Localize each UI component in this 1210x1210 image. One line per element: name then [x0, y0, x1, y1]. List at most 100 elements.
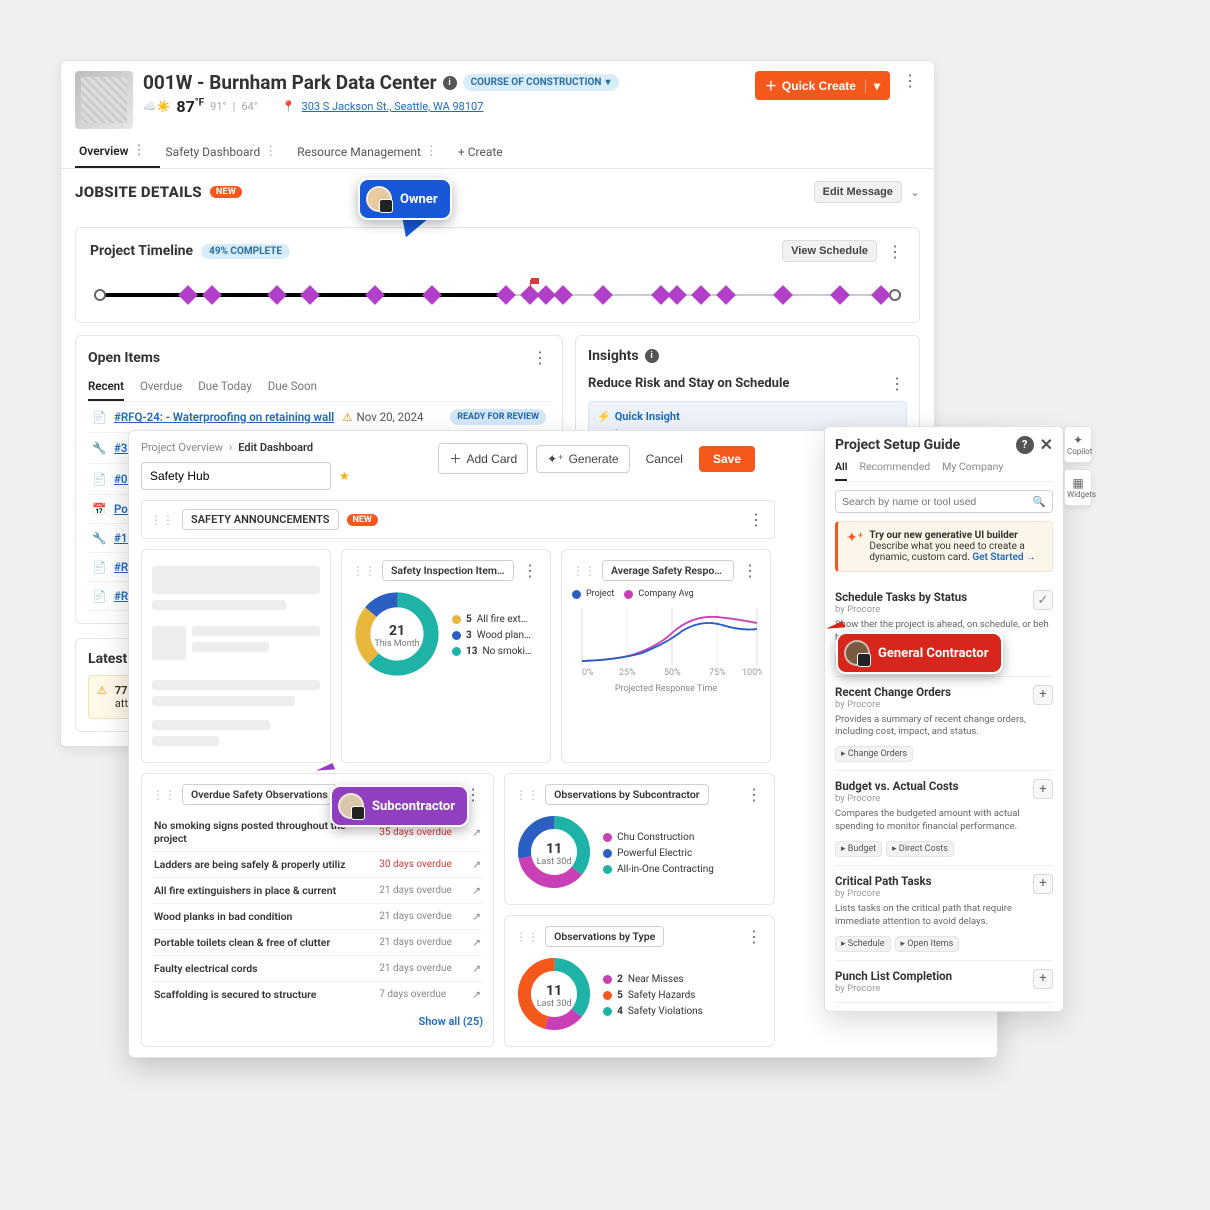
star-icon[interactable]: ★ — [339, 469, 350, 483]
template-title: Punch List Completion — [835, 969, 1053, 983]
view-schedule-button[interactable]: View Schedule — [782, 240, 877, 262]
external-link-icon[interactable]: ↗ — [472, 826, 481, 839]
external-link-icon[interactable]: ↗ — [472, 962, 481, 975]
add-template-button[interactable]: + — [1033, 969, 1053, 989]
milestone-diamond[interactable] — [300, 285, 320, 305]
tab-overview[interactable]: Overview⋮ — [75, 137, 160, 168]
avatar — [366, 186, 392, 212]
add-card-button[interactable]: ＋Add Card — [438, 443, 528, 474]
external-link-icon[interactable]: ↗ — [472, 988, 481, 1001]
done-check-button[interactable]: ✓ — [1033, 590, 1053, 610]
milestone-diamond[interactable] — [716, 285, 736, 305]
tab-safety-dashboard[interactable]: Safety Dashboard⋮ — [162, 137, 292, 168]
milestone-diamond[interactable] — [594, 285, 614, 305]
open-items-overflow-menu[interactable]: ⋮ — [530, 348, 550, 367]
tab-menu-icon[interactable]: ⋮ — [264, 144, 287, 159]
milestone-diamond[interactable] — [553, 285, 573, 305]
guide-search-input[interactable] — [842, 496, 1033, 508]
milestone-diamond[interactable] — [830, 285, 850, 305]
card-overflow-menu[interactable]: ⋮ — [740, 561, 760, 580]
info-icon[interactable]: i — [443, 76, 457, 90]
edit-message-button[interactable]: Edit Message — [814, 181, 902, 203]
guide-tab-all[interactable]: All — [835, 460, 847, 481]
dashboard-name-input[interactable] — [141, 462, 331, 490]
project-phase-badge[interactable]: COURSE OF CONSTRUCTION▾ — [463, 74, 619, 91]
tab-menu-icon[interactable]: ⋮ — [425, 144, 448, 159]
drag-handle-icon[interactable]: ⋮⋮ — [572, 564, 596, 578]
subtab-overdue[interactable]: Overdue — [140, 375, 182, 401]
copilot-button[interactable]: ✦Copilot — [1064, 426, 1092, 463]
observation-title: Ladders are being safely & properly util… — [154, 858, 371, 871]
template-item[interactable]: Punch List Completion by Procore + — [835, 961, 1053, 1003]
milestone-diamond[interactable] — [268, 285, 288, 305]
drag-handle-icon[interactable]: ⋮⋮ — [150, 513, 174, 527]
save-button[interactable]: Save — [699, 446, 755, 472]
show-all-link[interactable]: Show all (25) — [152, 1007, 483, 1028]
add-template-button[interactable]: + — [1033, 685, 1053, 705]
milestone-diamond[interactable] — [871, 285, 891, 305]
close-icon[interactable]: ✕ — [1040, 435, 1053, 454]
subtab-due-today[interactable]: Due Today — [198, 375, 252, 401]
subtab-recent[interactable]: Recent — [88, 375, 124, 401]
template-item[interactable]: Budget vs. Actual Costs by Procore Compa… — [835, 771, 1053, 866]
drag-handle-icon[interactable]: ⋮⋮ — [515, 788, 539, 802]
observation-row[interactable]: Portable toilets clean & free of clutter… — [152, 930, 483, 956]
milestone-diamond[interactable] — [178, 285, 198, 305]
milestone-diamond[interactable] — [365, 285, 385, 305]
milestone-diamond[interactable] — [773, 285, 793, 305]
observations-by-type-card: ⋮⋮Observations by Type⋮ 11Last 30d 2 — [504, 915, 775, 1047]
card-overflow-menu[interactable]: ⋮ — [744, 927, 764, 946]
insights-overflow-menu[interactable]: ⋮ — [887, 374, 907, 393]
template-item[interactable]: Critical Path Tasks by Procore Lists tas… — [835, 866, 1053, 961]
observation-row[interactable]: Faulty electrical cords 21 days overdue … — [152, 956, 483, 982]
announcements-overflow-menu[interactable]: ⋮ — [746, 510, 766, 529]
header-overflow-menu[interactable]: ⋮ — [900, 71, 920, 90]
open-item-row[interactable]: 📄 #RFQ-24: - Waterproofing on retaining … — [88, 402, 550, 433]
info-icon[interactable]: i — [645, 349, 659, 363]
milestone-diamond[interactable] — [667, 285, 687, 305]
observation-row[interactable]: Wood planks in bad condition 21 days ove… — [152, 904, 483, 930]
observation-row[interactable]: All fire extinguishers in place & curren… — [152, 878, 483, 904]
get-started-link[interactable]: Get Started → — [972, 552, 1036, 563]
project-address-link[interactable]: 303 S Jackson St., Seattle, WA 98107 — [302, 100, 484, 113]
guide-search[interactable]: 🔍 — [835, 490, 1053, 513]
external-link-icon[interactable]: ↗ — [472, 910, 481, 923]
drag-handle-icon[interactable]: ⋮⋮ — [352, 564, 376, 578]
milestone-diamond[interactable] — [691, 285, 711, 305]
card-overflow-menu[interactable]: ⋮ — [744, 785, 764, 804]
external-link-icon[interactable]: ↗ — [472, 936, 481, 949]
timeline-overflow-menu[interactable]: ⋮ — [885, 242, 905, 261]
milestone-diamond[interactable] — [202, 285, 222, 305]
card-overflow-menu[interactable]: ⋮ — [520, 561, 540, 580]
observation-row[interactable]: Ladders are being safely & properly util… — [152, 852, 483, 878]
item-link[interactable]: #RFQ-24: - Waterproofing on retaining wa… — [114, 410, 334, 424]
help-icon[interactable]: ? — [1016, 436, 1034, 454]
observation-row[interactable]: Scaffolding is secured to structure 7 da… — [152, 982, 483, 1007]
tab-menu-icon[interactable]: ⋮ — [133, 143, 156, 158]
add-template-button[interactable]: + — [1033, 874, 1053, 894]
plus-icon: ＋ — [765, 77, 777, 94]
chevron-down-icon[interactable]: ⌄ — [910, 185, 920, 199]
template-item[interactable]: Recent Change Orders by Procore Provides… — [835, 677, 1053, 772]
external-link-icon[interactable]: ↗ — [472, 858, 481, 871]
weather-icon: ☁️☀️ — [143, 100, 170, 113]
tool-tag: ▸ Schedule — [835, 936, 891, 952]
guide-tab-my-company[interactable]: My Company — [942, 460, 1003, 481]
timeline-track[interactable] — [90, 280, 905, 310]
tab-create[interactable]: + Create — [454, 137, 507, 168]
tab-resource-management[interactable]: Resource Management⋮ — [293, 137, 452, 168]
quick-create-button[interactable]: ＋ Quick Create ▾ — [755, 71, 890, 100]
drag-handle-icon[interactable]: ⋮⋮ — [152, 788, 176, 802]
milestone-diamond[interactable] — [422, 285, 442, 305]
legend-item: 3 Wood plan… — [452, 628, 532, 644]
add-template-button[interactable]: + — [1033, 779, 1053, 799]
milestone-diamond[interactable] — [496, 285, 516, 305]
cancel-button[interactable]: Cancel — [638, 446, 691, 472]
drag-handle-icon[interactable]: ⋮⋮ — [515, 930, 539, 944]
legend-item: 4 Safety Violations — [603, 1004, 703, 1020]
generate-button[interactable]: ✦⁺Generate — [536, 445, 629, 473]
guide-tab-recommended[interactable]: Recommended — [859, 460, 930, 481]
external-link-icon[interactable]: ↗ — [472, 884, 481, 897]
widgets-button[interactable]: ▦Widgets — [1064, 469, 1092, 506]
subtab-due-soon[interactable]: Due Soon — [268, 375, 317, 401]
